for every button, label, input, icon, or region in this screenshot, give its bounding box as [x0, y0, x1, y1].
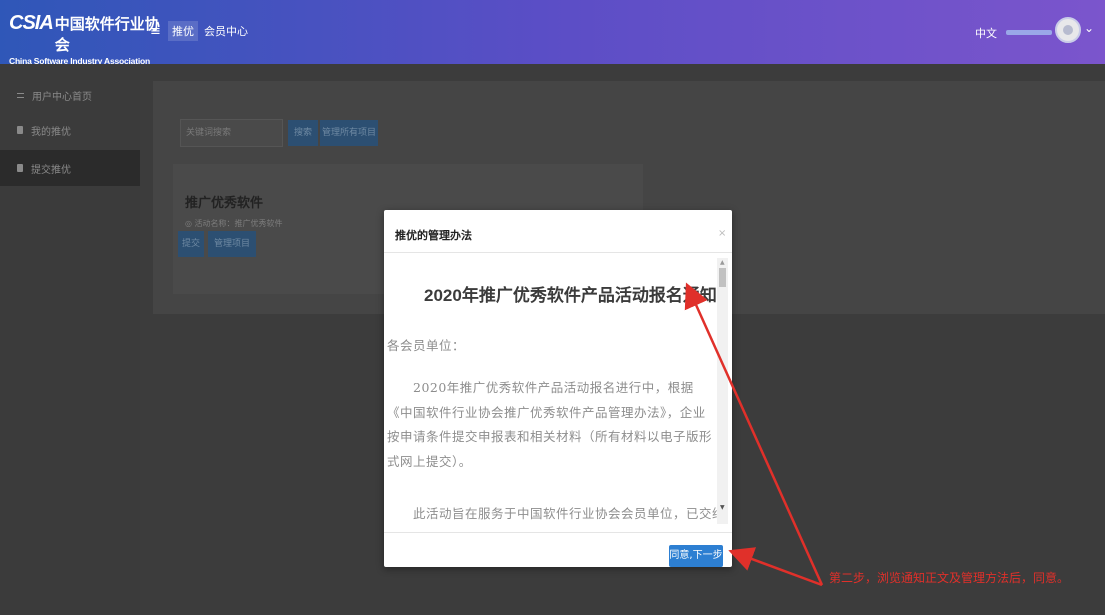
chevron-down-icon[interactable]: ⌄ — [1084, 21, 1094, 35]
notice-title: 2020年推广优秀软件产品活动报名通知 — [424, 286, 717, 305]
avatar[interactable] — [1055, 17, 1081, 43]
username-redacted[interactable] — [1006, 30, 1052, 35]
dialog-body[interactable]: 2020年推广优秀软件产品活动报名通知 各会员单位： 2020年推广优秀软件产品… — [384, 254, 732, 532]
sidebar-item-user-center[interactable]: 用户中心首页 — [0, 77, 140, 113]
sidebar-item-label: 我的推优 — [31, 126, 71, 138]
agree-next-button[interactable]: 同意,下一步 — [669, 545, 723, 567]
submit-button[interactable]: 提交 — [178, 231, 204, 257]
search-input[interactable]: 关键词搜索 — [180, 119, 283, 147]
doc-icon — [17, 164, 23, 172]
logo-chinese-name: 中国软件行业协会 — [54, 15, 160, 54]
csia-logo[interactable]: CSIA 中国软件行业协会 China Software Industry As… — [9, 12, 161, 66]
logo-mark: CSIA — [9, 12, 54, 34]
notice-paragraph: 2020年推广优秀软件产品活动报名进行中，根据《中国软件行业协会推广优秀软件产品… — [387, 380, 713, 469]
nav-recommend[interactable]: 推优 — [168, 21, 198, 41]
sidebar-item-my-recommend[interactable]: 我的推优 — [0, 112, 140, 148]
notice-paragraph-2: 此活动旨在服务于中国软件行业协会会员单位，已交纳 — [413, 506, 726, 521]
sidebar-item-label: 用户中心首页 — [32, 91, 92, 103]
sidebar-item-label: 提交推优 — [31, 164, 71, 176]
close-icon[interactable]: × — [718, 228, 726, 239]
manage-project-button[interactable]: 管理项目 — [208, 231, 256, 257]
hamburger-icon[interactable]: ≡ — [150, 24, 161, 39]
scroll-up-icon[interactable]: ▲ — [720, 259, 725, 266]
list-icon — [17, 92, 24, 98]
scrollbar-thumb[interactable] — [719, 268, 726, 287]
management-rules-dialog: 推优的管理办法 × 2020年推广优秀软件产品活动报名通知 各会员单位： 202… — [384, 210, 732, 567]
scroll-down-icon[interactable]: ▼ — [720, 504, 725, 511]
search-button[interactable]: 搜索 — [288, 120, 318, 146]
dialog-title: 推优的管理办法 — [395, 229, 472, 242]
notice-greeting: 各会员单位： — [387, 338, 466, 353]
doc-icon — [17, 126, 23, 134]
card-activity-name: ◎ 活动名称：推广优秀软件 — [185, 219, 283, 228]
nav-member-center[interactable]: 会员中心 — [204, 23, 248, 39]
language-switch[interactable]: 中文 — [975, 25, 997, 41]
annotation-text: 第二步，浏览通知正文及管理方法后，同意。 — [829, 571, 1070, 585]
scrollbar[interactable] — [717, 258, 728, 524]
card-title: 推广优秀软件 — [185, 196, 264, 211]
sidebar-item-submit-recommend[interactable]: 提交推优 — [0, 150, 140, 186]
top-bar: CSIA 中国软件行业协会 China Software Industry As… — [0, 0, 1105, 66]
sidebar: 用户中心首页 我的推优 提交推优 — [0, 64, 140, 615]
dialog-header: 推优的管理办法 × — [384, 210, 732, 253]
avatar-icon — [1063, 25, 1073, 35]
manage-all-button[interactable]: 管理所有项目 — [320, 120, 378, 146]
dialog-footer: 同意,下一步 — [384, 532, 732, 567]
